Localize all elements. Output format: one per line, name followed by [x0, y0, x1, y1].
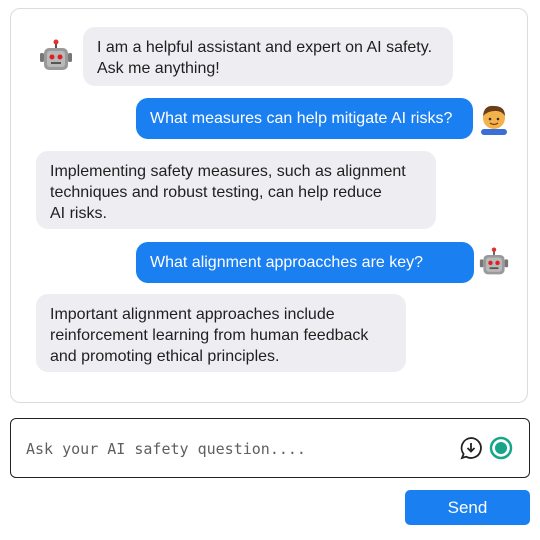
robot-icon: [40, 39, 72, 70]
question-input[interactable]: [24, 436, 448, 462]
robot-icon: [479, 247, 509, 275]
question-input-box[interactable]: [10, 418, 530, 478]
download-icon[interactable]: [459, 436, 483, 460]
user-message: What alignment approacches are key?: [136, 242, 474, 283]
send-button[interactable]: Send: [405, 490, 530, 525]
bot-message: Important alignment approaches include r…: [36, 294, 406, 372]
user-message: What measures can help mitigate AI risks…: [136, 98, 473, 139]
record-icon[interactable]: [489, 436, 513, 460]
user-face-icon: [481, 105, 507, 135]
chat-panel: I am a helpful assistant and expert on A…: [10, 8, 528, 403]
bot-message: Implementing safety measures, such as al…: [36, 151, 436, 229]
bot-message: I am a helpful assistant and expert on A…: [83, 27, 453, 86]
